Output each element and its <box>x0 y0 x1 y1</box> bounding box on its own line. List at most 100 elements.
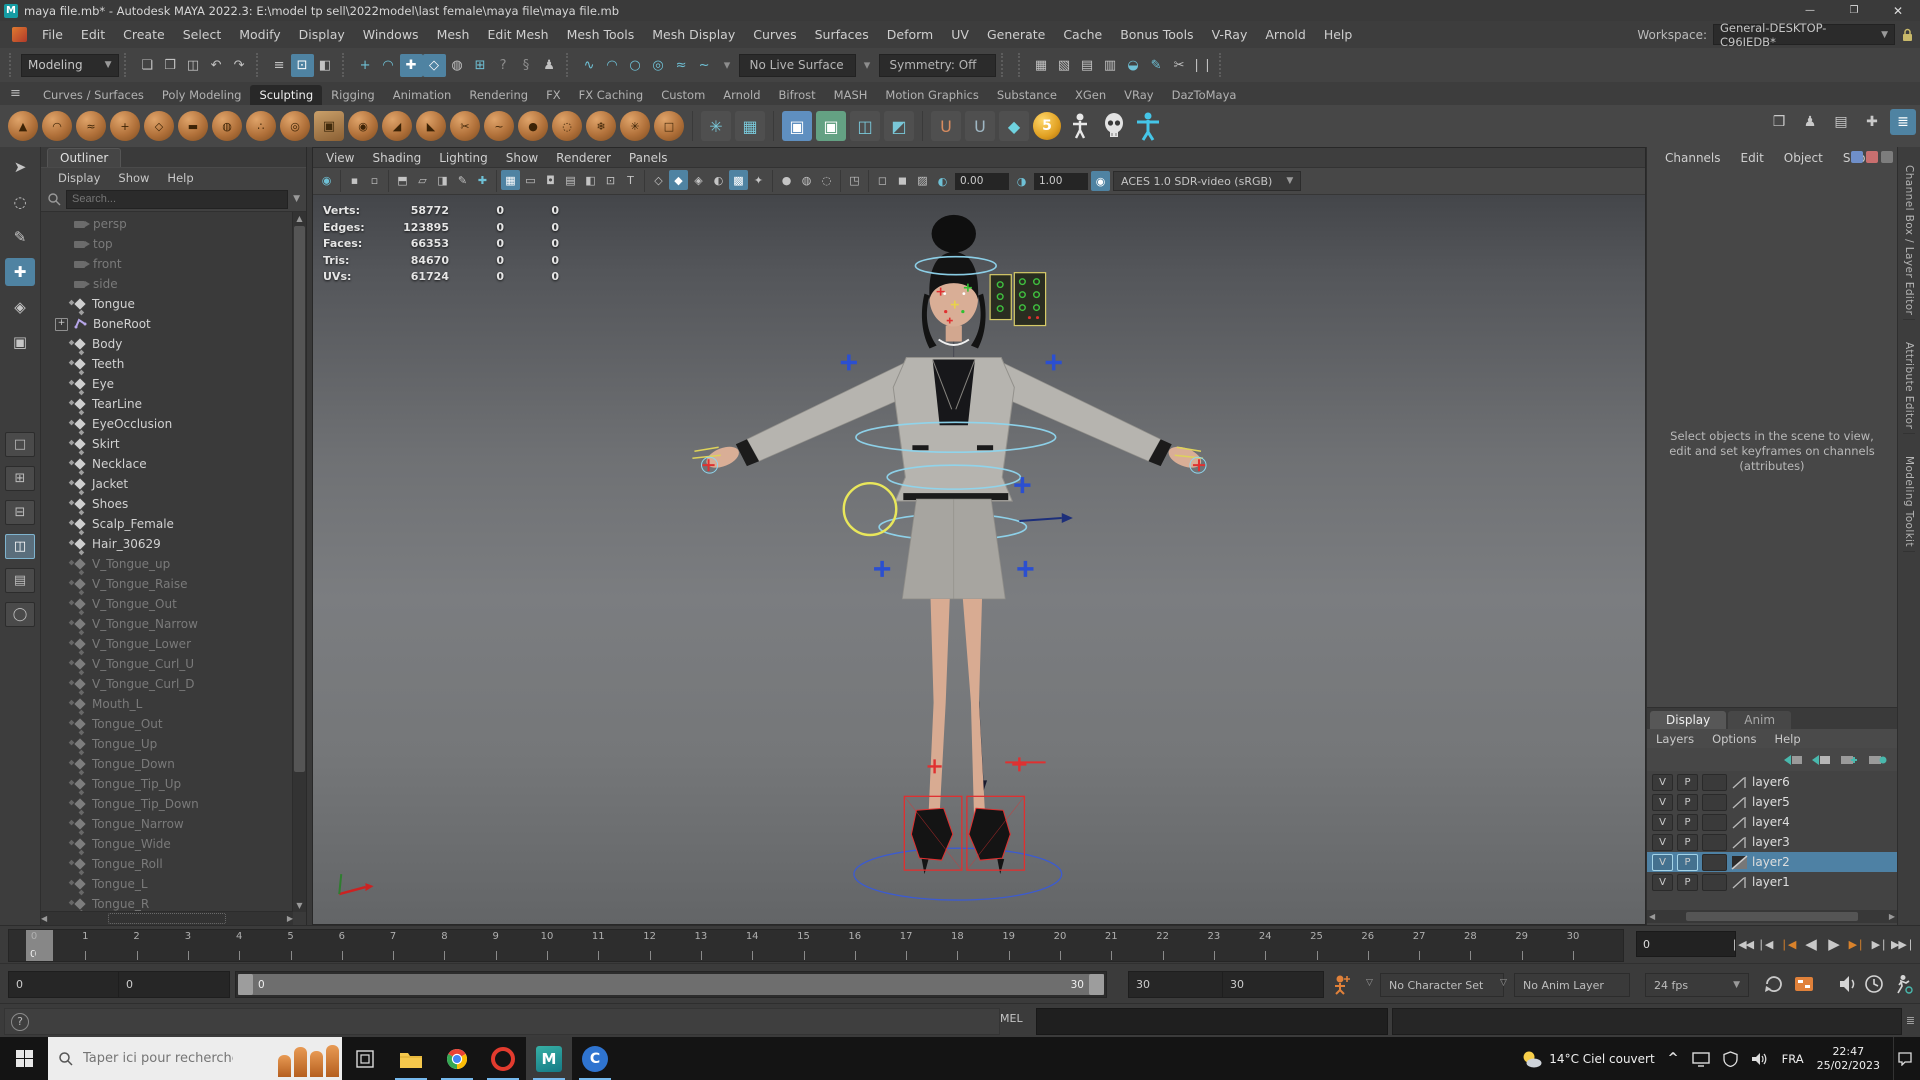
layout-hypershade-persp[interactable]: ▤ <box>5 568 35 593</box>
layer-visibility-toggle[interactable]: V <box>1652 853 1673 871</box>
workspace-cube-icon[interactable]: ❒ <box>1766 109 1792 135</box>
menu-item[interactable]: Arnold <box>1256 27 1314 42</box>
grab-brush-icon[interactable]: + <box>110 111 140 141</box>
step-back-frame-button[interactable]: ❘◀ <box>1753 931 1776 957</box>
timeline-frame-number[interactable]: 29 <box>1515 931 1528 942</box>
perspective-viewport[interactable]: View Shading Lighting Show Renderer Panels ◉ ▪… <box>312 147 1646 925</box>
layout-outliner-persp[interactable]: ◫ <box>5 534 35 559</box>
freeze-brush-icon[interactable]: ❄ <box>586 111 616 141</box>
layout-single-pane[interactable]: □ <box>5 432 35 457</box>
relax-brush-icon[interactable]: ≈ <box>76 111 106 141</box>
range-end-handle[interactable] <box>1089 974 1104 995</box>
outliner-menu-item[interactable]: Display <box>49 171 109 185</box>
timeline-frame-number[interactable]: 1 <box>82 931 88 942</box>
gamma-icon[interactable]: ◑ <box>1012 171 1031 191</box>
menu-item[interactable]: Deform <box>878 27 942 42</box>
animation-start-field[interactable]: 0 <box>8 971 120 998</box>
grease-pencil-icon[interactable]: ✎ <box>453 170 472 190</box>
action-center-button[interactable] <box>1893 1037 1916 1080</box>
gem-icon[interactable]: ◆ <box>999 111 1029 141</box>
image-tile-green-icon[interactable]: ▣ <box>816 111 846 141</box>
play-forwards-button[interactable]: ▶ <box>1822 931 1845 957</box>
range-start-handle[interactable] <box>238 974 253 995</box>
layer-playback-toggle[interactable]: P <box>1677 853 1698 871</box>
menu-item[interactable]: Surfaces <box>806 27 878 42</box>
outliner-item-tongue_out[interactable]: Tongue_Out <box>41 714 306 734</box>
animation-end-field[interactable]: 30 <box>1222 971 1324 998</box>
character-shoes[interactable] <box>911 808 1011 875</box>
tray-expand-caret-icon[interactable]: ^ <box>1668 1051 1679 1066</box>
timeline-frame-number[interactable]: 18 <box>951 931 964 942</box>
outliner-item-tongue_tip_up[interactable]: Tongue_Tip_Up <box>41 774 306 794</box>
select-tool[interactable]: ➤ <box>5 153 35 181</box>
curve-tool-3-icon[interactable]: ○ <box>624 54 647 77</box>
character-skirt[interactable] <box>901 498 1006 600</box>
ground-circle-control[interactable] <box>853 847 1063 901</box>
timeline-ruler[interactable]: 0 01234567891011121314151617181920212223… <box>8 929 1624 962</box>
shelf-tab-custom[interactable]: Custom <box>652 85 714 105</box>
outliner-horizontal-scrollbar[interactable]: ◀ ▶ <box>41 911 293 925</box>
playback-end-field[interactable]: 30 <box>1128 971 1226 998</box>
timeline-frame-number[interactable]: 23 <box>1208 931 1221 942</box>
grid-icon[interactable]: ▦ <box>501 170 520 190</box>
timeline-frame-number[interactable]: 22 <box>1156 931 1169 942</box>
scrollbar-thumb[interactable] <box>108 913 226 924</box>
spray-brush-icon[interactable]: ∴ <box>246 111 276 141</box>
studio-library-icon[interactable]: 5 <box>1033 112 1061 140</box>
maya-taskbar-button[interactable]: M <box>526 1037 572 1080</box>
timeline-frame-number[interactable]: 26 <box>1361 931 1374 942</box>
layer-color-swatch[interactable] <box>1702 793 1727 811</box>
timeline-frame-number[interactable]: 19 <box>1002 931 1015 942</box>
playback-start-field[interactable]: 0 <box>118 971 230 998</box>
layer-row-layer6[interactable]: V Player6 <box>1647 772 1897 792</box>
image-plane-icon[interactable]: ▱ <box>413 170 432 190</box>
language-indicator[interactable]: FRA <box>1782 1052 1804 1066</box>
step-forward-frame-button[interactable]: ▶❘ <box>1868 931 1891 957</box>
character-controls-icon[interactable]: ♟ <box>538 54 561 77</box>
outliner-item-persp[interactable]: persp <box>41 214 306 234</box>
xgen-sphere-icon[interactable]: ✳ <box>701 111 731 141</box>
shelf-tab-fx-caching[interactable]: FX Caching <box>570 85 653 105</box>
amplify-brush-icon[interactable]: ◌ <box>552 111 582 141</box>
layer-row-layer4[interactable]: V Player4 <box>1647 812 1897 832</box>
timeline-frame-number[interactable]: 10 <box>541 931 554 942</box>
timeline-frame-number[interactable]: 30 <box>1567 931 1580 942</box>
hip-circle-control[interactable] <box>842 481 898 537</box>
range-slider-range[interactable]: 0 30 <box>238 974 1104 995</box>
task-view-button[interactable] <box>342 1037 388 1080</box>
uv-editor-icon[interactable]: ◩ <box>884 111 914 141</box>
snap-together-icon[interactable]: ⊞ <box>469 54 492 77</box>
layer-playback-toggle[interactable]: P <box>1677 873 1698 891</box>
file-explorer-button[interactable] <box>388 1037 434 1080</box>
maya-home-icon[interactable] <box>12 27 27 42</box>
daztomaya-pose-icon[interactable] <box>1133 111 1163 141</box>
fill-brush-icon[interactable]: ◣ <box>416 111 446 141</box>
timeline-frame-number[interactable]: 21 <box>1105 931 1118 942</box>
scroll-down-icon[interactable]: ▼ <box>293 899 306 912</box>
layer-color-swatch[interactable] <box>1702 813 1727 831</box>
shelf-tab-daztomaya[interactable]: DazToMaya <box>1163 85 1246 105</box>
speed-icon[interactable] <box>1866 151 1878 163</box>
timeline-frame-number[interactable]: 27 <box>1413 931 1426 942</box>
pinch-brush-icon[interactable]: ◇ <box>144 111 174 141</box>
outliner-item-shoes[interactable]: Shoes <box>41 494 306 514</box>
expand-icon[interactable]: + <box>55 317 68 331</box>
viewport-menu-item[interactable]: Lighting <box>430 151 497 165</box>
shelf-tab-xgen[interactable]: XGen <box>1066 85 1115 105</box>
playback-loop-icon[interactable] <box>1762 973 1786 995</box>
outliner-item-mouth_l[interactable]: Mouth_L <box>41 694 306 714</box>
outliner-item-tongue_wide[interactable]: Tongue_Wide <box>41 834 306 854</box>
shelf-tab-curves-surfaces[interactable]: Curves / Surfaces <box>34 85 153 105</box>
wax-brush-icon[interactable]: ◉ <box>348 111 378 141</box>
file-save-icon[interactable]: ◫ <box>182 54 205 77</box>
layer-playback-toggle[interactable]: P <box>1677 833 1698 851</box>
curve-tool-2-icon[interactable]: ◠ <box>601 54 624 77</box>
scrape-brush-icon[interactable]: ◢ <box>382 111 412 141</box>
table-grid-icon[interactable]: ▦ <box>735 111 765 141</box>
sculpt-brush-icon[interactable]: ▲ <box>8 111 38 141</box>
toolbar-grip-handle[interactable] <box>255 53 263 77</box>
outliner-item-v_tongue_curl_d[interactable]: V_Tongue_Curl_D <box>41 674 306 694</box>
shelf-tab-motion-graphics[interactable]: Motion Graphics <box>876 85 987 105</box>
layout-four-pane[interactable]: ⊞ <box>5 466 35 491</box>
menu-item[interactable]: Mesh Tools <box>558 27 644 42</box>
